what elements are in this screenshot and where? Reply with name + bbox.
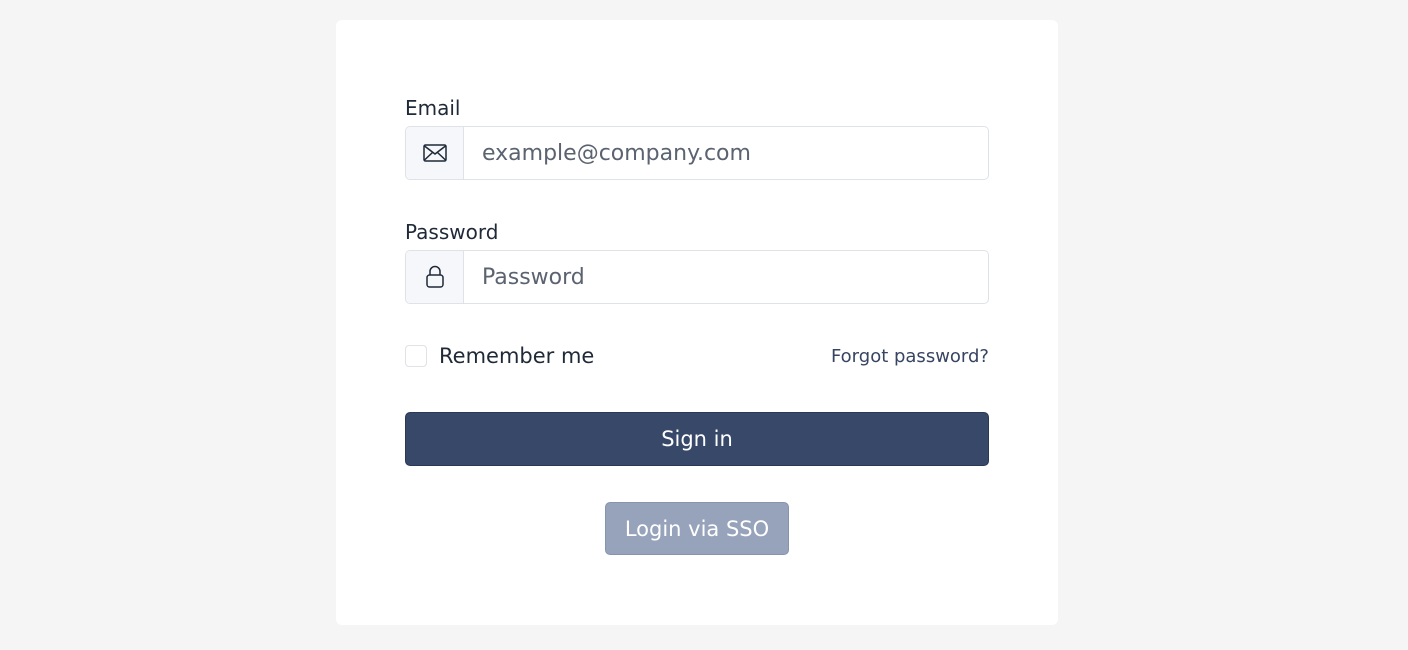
- lock-icon: [406, 251, 464, 303]
- remember-me-label[interactable]: Remember me: [439, 344, 594, 368]
- email-input[interactable]: [464, 127, 988, 179]
- email-label: Email: [405, 96, 461, 120]
- remember-me-checkbox[interactable]: [405, 345, 427, 367]
- envelope-icon: [406, 127, 464, 179]
- password-label: Password: [405, 220, 499, 244]
- sign-in-button[interactable]: Sign in: [405, 412, 989, 466]
- remember-me-row: Remember me: [405, 344, 594, 368]
- forgot-password-link[interactable]: Forgot password?: [831, 346, 989, 367]
- email-input-group: [405, 126, 989, 180]
- password-input-group: [405, 250, 989, 304]
- login-card: Email Password: [336, 20, 1058, 625]
- password-input[interactable]: [464, 251, 988, 303]
- sso-login-button[interactable]: Login via SSO: [605, 502, 789, 555]
